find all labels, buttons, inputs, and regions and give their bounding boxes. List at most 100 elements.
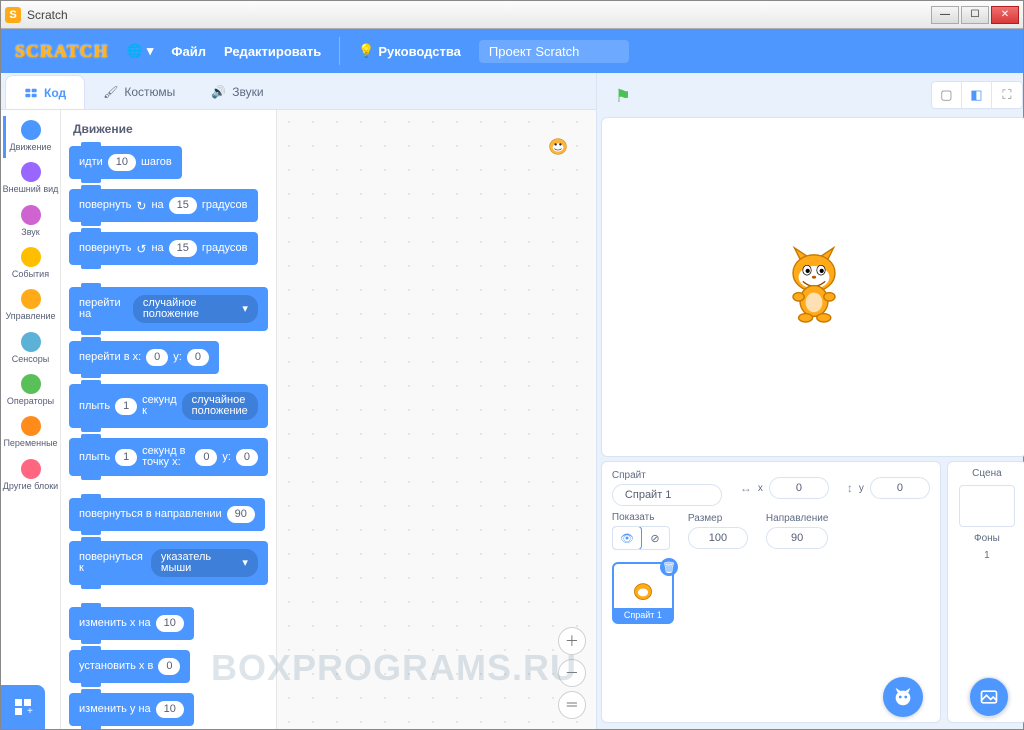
glide-dropdown[interactable]: случайное положение [182,392,258,420]
palette-area: Движение Внешний вид Звук События Управл… [1,109,596,729]
block-goto-xy[interactable]: перейти в x: 0 y: 0 [69,341,219,374]
variables-dot-icon [21,416,41,436]
tutorials-menu[interactable]: 💡Руководства [358,43,461,59]
zoom-controls: ＋ － ＝ [558,627,586,719]
block-set-x[interactable]: установить x в 0 [69,650,190,683]
size-label: Размер [688,513,748,524]
add-backdrop-button[interactable] [969,677,1009,717]
block-turn-ccw[interactable]: повернуть ↺ на 15 градусов [69,232,258,265]
control-dot-icon [21,289,41,309]
minimize-button[interactable]: — [931,6,959,24]
zoom-out-button[interactable]: － [558,659,586,687]
window-controls: — ☐ ✕ [931,6,1019,24]
stage-small-button[interactable]: ▢ [932,82,962,108]
category-variables[interactable]: Переменные [3,412,59,454]
sprite-watermark-icon [540,130,576,166]
stage-thumbnail[interactable] [959,485,1015,527]
tab-code-label: Код [44,86,66,100]
sprite-thumbnail-icon [626,576,660,610]
sprite-label: Спрайт [612,470,722,481]
menubar: SCRATCH 🌐 ▾ Файл Редактировать 💡Руководс… [1,29,1023,73]
rotate-cw-icon: ↻ [136,200,146,212]
project-name-input[interactable]: Проект Scratch [479,40,630,63]
stage-fullscreen-button[interactable]: ⛶ [992,82,1022,108]
stage[interactable] [601,117,1024,457]
block-glide[interactable]: плыть 1 секунд к случайное положение [69,384,268,428]
scratch-cat-sprite[interactable] [779,242,849,332]
y-arrows-icon: ↕ [847,481,853,495]
green-flag-button[interactable]: ⚑ [615,86,633,104]
delete-sprite-button[interactable]: 🗑 [660,558,678,576]
sprite-name-input[interactable]: Спрайт 1 [612,484,722,506]
blocks-palette[interactable]: Движение идти 10 шагов повернуть ↻ на 15… [61,110,276,729]
block-change-x[interactable]: изменить x на 10 [69,607,194,640]
scratch-logo: SCRATCH [15,41,109,62]
add-sprite-button[interactable] [883,677,923,717]
goto-dropdown[interactable]: случайное положение ▾ [133,295,258,323]
extensions-button[interactable]: + [1,685,45,729]
zoom-reset-button[interactable]: ＝ [558,691,586,719]
category-sensing[interactable]: Сенсоры [3,328,59,370]
content-area: Код 🖌 Костюмы 🔊 Звуки Движение Внешний в… [1,73,1023,729]
tab-costumes[interactable]: 🖌 Костюмы [85,75,193,109]
category-motion[interactable]: Движение [3,116,59,158]
sprite-size-input[interactable]: 100 [688,527,748,549]
looks-dot-icon [21,162,41,182]
left-column: Код 🖌 Костюмы 🔊 Звуки Движение Внешний в… [1,73,597,729]
category-looks[interactable]: Внешний вид [3,158,59,200]
maximize-button[interactable]: ☐ [961,6,989,24]
category-myblocks[interactable]: Другие блоки [3,455,59,497]
edit-menu[interactable]: Редактировать [224,44,321,59]
zoom-in-button[interactable]: ＋ [558,627,586,655]
operators-dot-icon [21,374,41,394]
app-icon: S [5,7,21,23]
editor-tabs: Код 🖌 Костюмы 🔊 Звуки [1,73,596,109]
tab-code[interactable]: Код [5,75,85,109]
block-glide-xy[interactable]: плыть 1 секунд в точку x: 0 y: 0 [69,438,268,476]
stage-large-button[interactable]: ◧ [962,82,992,108]
category-column: Движение Внешний вид Звук События Управл… [1,110,61,729]
events-dot-icon [21,247,41,267]
stop-button[interactable] [643,86,661,104]
show-label: Показать [612,512,670,523]
block-point-direction[interactable]: повернуться в направлении 90 [69,498,265,531]
language-menu[interactable]: 🌐 ▾ [127,43,154,59]
app-window: S Scratch — ☐ ✕ SCRATCH 🌐 ▾ Файл Редакти… [0,0,1024,730]
palette-heading: Движение [73,122,268,136]
extensions-icon: + [13,697,33,717]
cat-face-icon [892,686,914,708]
sprite-card[interactable]: 🗑 Спрайт 1 [612,562,674,624]
direction-label: Направление [766,513,828,524]
image-icon [979,687,999,707]
file-menu[interactable]: Файл [171,44,206,59]
sprite-direction-input[interactable]: 90 [766,527,828,549]
bulb-icon: 💡 [358,43,374,59]
block-change-y[interactable]: изменить y на 10 [69,693,194,726]
svg-text:+: + [27,706,33,717]
block-move-steps[interactable]: идти 10 шагов [69,146,182,179]
sprite-x-input[interactable]: 0 [769,477,829,499]
myblocks-dot-icon [21,459,41,479]
category-control[interactable]: Управление [3,285,59,327]
motion-dot-icon [21,120,41,140]
block-goto[interactable]: перейти на случайное положение ▾ [69,287,268,331]
window-title: Scratch [27,8,931,22]
right-column: ⚑ ▢ ◧ ⛶ [597,73,1024,729]
show-button[interactable]: 👁 [613,527,641,549]
tab-costumes-label: Костюмы [124,85,175,99]
code-icon [24,86,38,100]
point-towards-dropdown[interactable]: указатель мыши ▾ [151,549,258,577]
menu-separator [339,37,340,65]
sound-icon: 🔊 [211,85,226,99]
category-sound[interactable]: Звук [3,201,59,243]
category-events[interactable]: События [3,243,59,285]
hide-button[interactable]: ⊘ [641,527,669,549]
sprite-panel: Спрайт Спрайт 1 ↔ x 0 ↕ y 0 [601,461,1024,723]
sprite-y-input[interactable]: 0 [870,477,930,499]
category-operators[interactable]: Операторы [3,370,59,412]
tab-sounds[interactable]: 🔊 Звуки [193,75,281,109]
code-workspace[interactable]: ＋ － ＝ [276,110,596,729]
block-point-towards[interactable]: повернуться к указатель мыши ▾ [69,541,268,585]
block-turn-cw[interactable]: повернуть ↻ на 15 градусов [69,189,258,222]
close-button[interactable]: ✕ [991,6,1019,24]
